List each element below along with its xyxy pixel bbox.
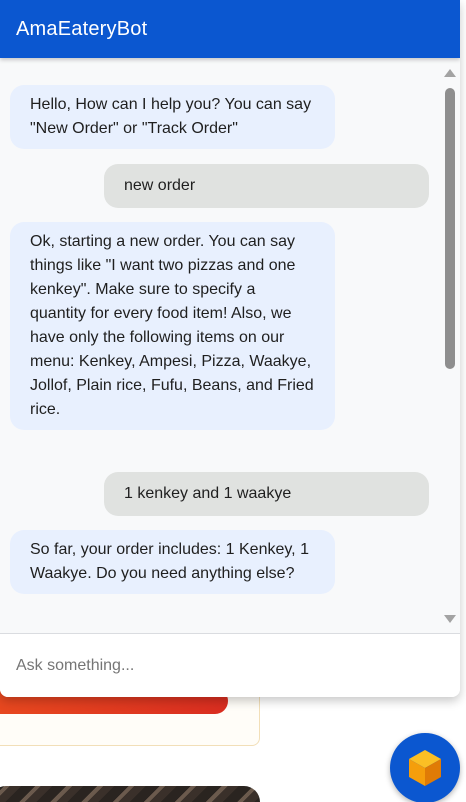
- message-list: Hello, How can I help you? You can say "…: [0, 58, 460, 633]
- input-bar: [0, 633, 460, 697]
- chat-launcher-button[interactable]: [390, 733, 460, 802]
- chat-header: AmaEateryBot: [0, 0, 460, 58]
- scroll-up-arrow-icon[interactable]: [444, 69, 456, 77]
- cube-icon: [409, 750, 441, 786]
- chat-input[interactable]: [0, 634, 460, 697]
- bot-message: Hello, How can I help you? You can say "…: [10, 85, 335, 149]
- user-message: new order: [104, 164, 429, 208]
- scroll-thumb[interactable]: [445, 88, 455, 369]
- background-food-image: [0, 786, 260, 802]
- bot-message: So far, your order includes: 1 Kenkey, 1…: [10, 530, 335, 594]
- message-scrollbar[interactable]: [440, 58, 460, 633]
- bot-message: Ok, starting a new order. You can say th…: [10, 222, 335, 430]
- user-message: 1 kenkey and 1 waakye: [104, 472, 429, 516]
- chat-window: AmaEateryBot Hello, How can I help you? …: [0, 0, 460, 697]
- chat-title: AmaEateryBot: [16, 17, 148, 40]
- scroll-down-arrow-icon[interactable]: [444, 615, 456, 623]
